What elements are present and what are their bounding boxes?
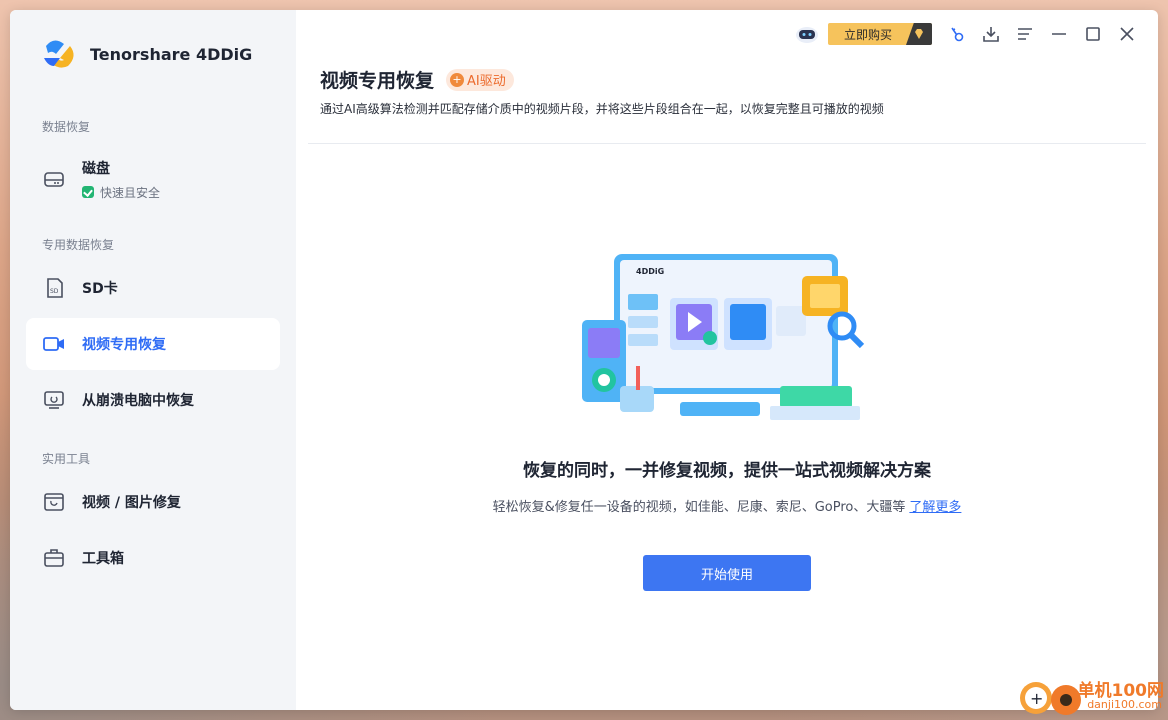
page-description: 通过AI高级算法检测并匹配存储介质中的视频片段，并将这些片段组合在一起，以恢复完… <box>320 102 884 116</box>
toolbox-icon <box>42 546 66 570</box>
app-logo: Tenorshare 4DDiG <box>40 36 252 72</box>
crashed-computer-icon <box>42 388 66 412</box>
key-icon[interactable] <box>940 20 974 48</box>
buy-now-button[interactable]: 立即购买 <box>828 23 932 45</box>
start-button[interactable]: 开始使用 <box>643 555 811 591</box>
download-icon[interactable] <box>974 20 1008 48</box>
sidebar-item-disk[interactable]: 磁盘 快速且安全 <box>26 147 280 211</box>
section-label-tools: 实用工具 <box>42 452 91 466</box>
page-title: 视频专用恢复 + AI驱动 <box>320 66 514 93</box>
illustration-brand: 4DDiG <box>636 267 664 276</box>
diamond-icon <box>906 23 932 45</box>
learn-more-link[interactable]: 了解更多 <box>909 500 961 515</box>
sidebar-item-label: 视频 / 图片修复 <box>82 495 181 511</box>
site-watermark: + 单机100网 danji100.com <box>1018 676 1168 720</box>
feature-subtext: 轻松恢复&修复任一设备的视频，如佳能、尼康、索尼、GoPro、大疆等 了解更多 <box>296 496 1158 515</box>
header-divider <box>308 143 1146 144</box>
svg-text:+: + <box>1030 689 1043 708</box>
ai-badge: + AI驱动 <box>446 68 514 91</box>
main-panel: 立即购买 视频专用恢复 + AI驱动 通过AI高级算法检测并匹配存储介质中的视频… <box>296 10 1158 710</box>
sidebar-item-label: 视频专用恢复 <box>82 337 166 353</box>
sidebar-item-label: 从崩溃电脑中恢复 <box>82 393 194 409</box>
sidebar-item-sd-card[interactable]: SD SD卡 <box>26 262 280 314</box>
robot-assistant-icon[interactable] <box>790 20 824 48</box>
app-window: Tenorshare 4DDiG 数据恢复 磁盘 快速且安全 专用数据恢复 SD… <box>10 10 1158 710</box>
sidebar-item-sublabel: 快速且安全 <box>100 185 161 200</box>
feature-subtext-body: 轻松恢复&修复任一设备的视频，如佳能、尼康、索尼、GoPro、大疆等 <box>492 500 906 515</box>
maximize-icon[interactable] <box>1076 20 1110 48</box>
sidebar-item-label: 工具箱 <box>82 551 124 567</box>
svg-text:SD: SD <box>50 288 59 295</box>
watermark-url: danji100.com <box>1087 698 1162 711</box>
video-camera-icon <box>42 332 66 356</box>
section-label-data-recovery: 数据恢复 <box>42 120 91 134</box>
buy-now-label: 立即购买 <box>844 27 893 42</box>
ai-badge-label: AI驱动 <box>467 74 506 89</box>
media-repair-icon <box>42 490 66 514</box>
title-bar-controls: 立即购买 <box>790 20 1144 48</box>
sd-card-icon: SD <box>42 276 66 300</box>
sidebar: Tenorshare 4DDiG 数据恢复 磁盘 快速且安全 专用数据恢复 SD… <box>10 10 296 710</box>
sidebar-item-media-repair[interactable]: 视频 / 图片修复 <box>26 476 280 528</box>
minimize-icon[interactable] <box>1042 20 1076 48</box>
sidebar-item-label: 磁盘 <box>82 160 110 177</box>
menu-icon[interactable] <box>1008 20 1042 48</box>
page-title-text: 视频专用恢复 <box>320 70 435 92</box>
ai-spark-icon: + <box>450 72 465 87</box>
sidebar-item-crashed-pc[interactable]: 从崩溃电脑中恢复 <box>26 374 280 426</box>
hard-drive-icon <box>42 167 66 191</box>
shield-check-icon <box>82 186 94 198</box>
feature-headline: 恢复的同时，一并修复视频，提供一站式视频解决方案 <box>523 461 931 481</box>
sidebar-item-label: SD卡 <box>82 281 118 297</box>
app-name: Tenorshare 4DDiG <box>90 44 253 64</box>
logo-icon <box>40 36 82 72</box>
video-recovery-illustration: 4DDiG <box>580 246 880 426</box>
sidebar-item-video-recovery[interactable]: 视频专用恢复 <box>26 318 280 370</box>
close-icon[interactable] <box>1110 20 1144 48</box>
section-label-special-recovery: 专用数据恢复 <box>42 238 115 252</box>
sidebar-item-toolbox[interactable]: 工具箱 <box>26 532 280 584</box>
